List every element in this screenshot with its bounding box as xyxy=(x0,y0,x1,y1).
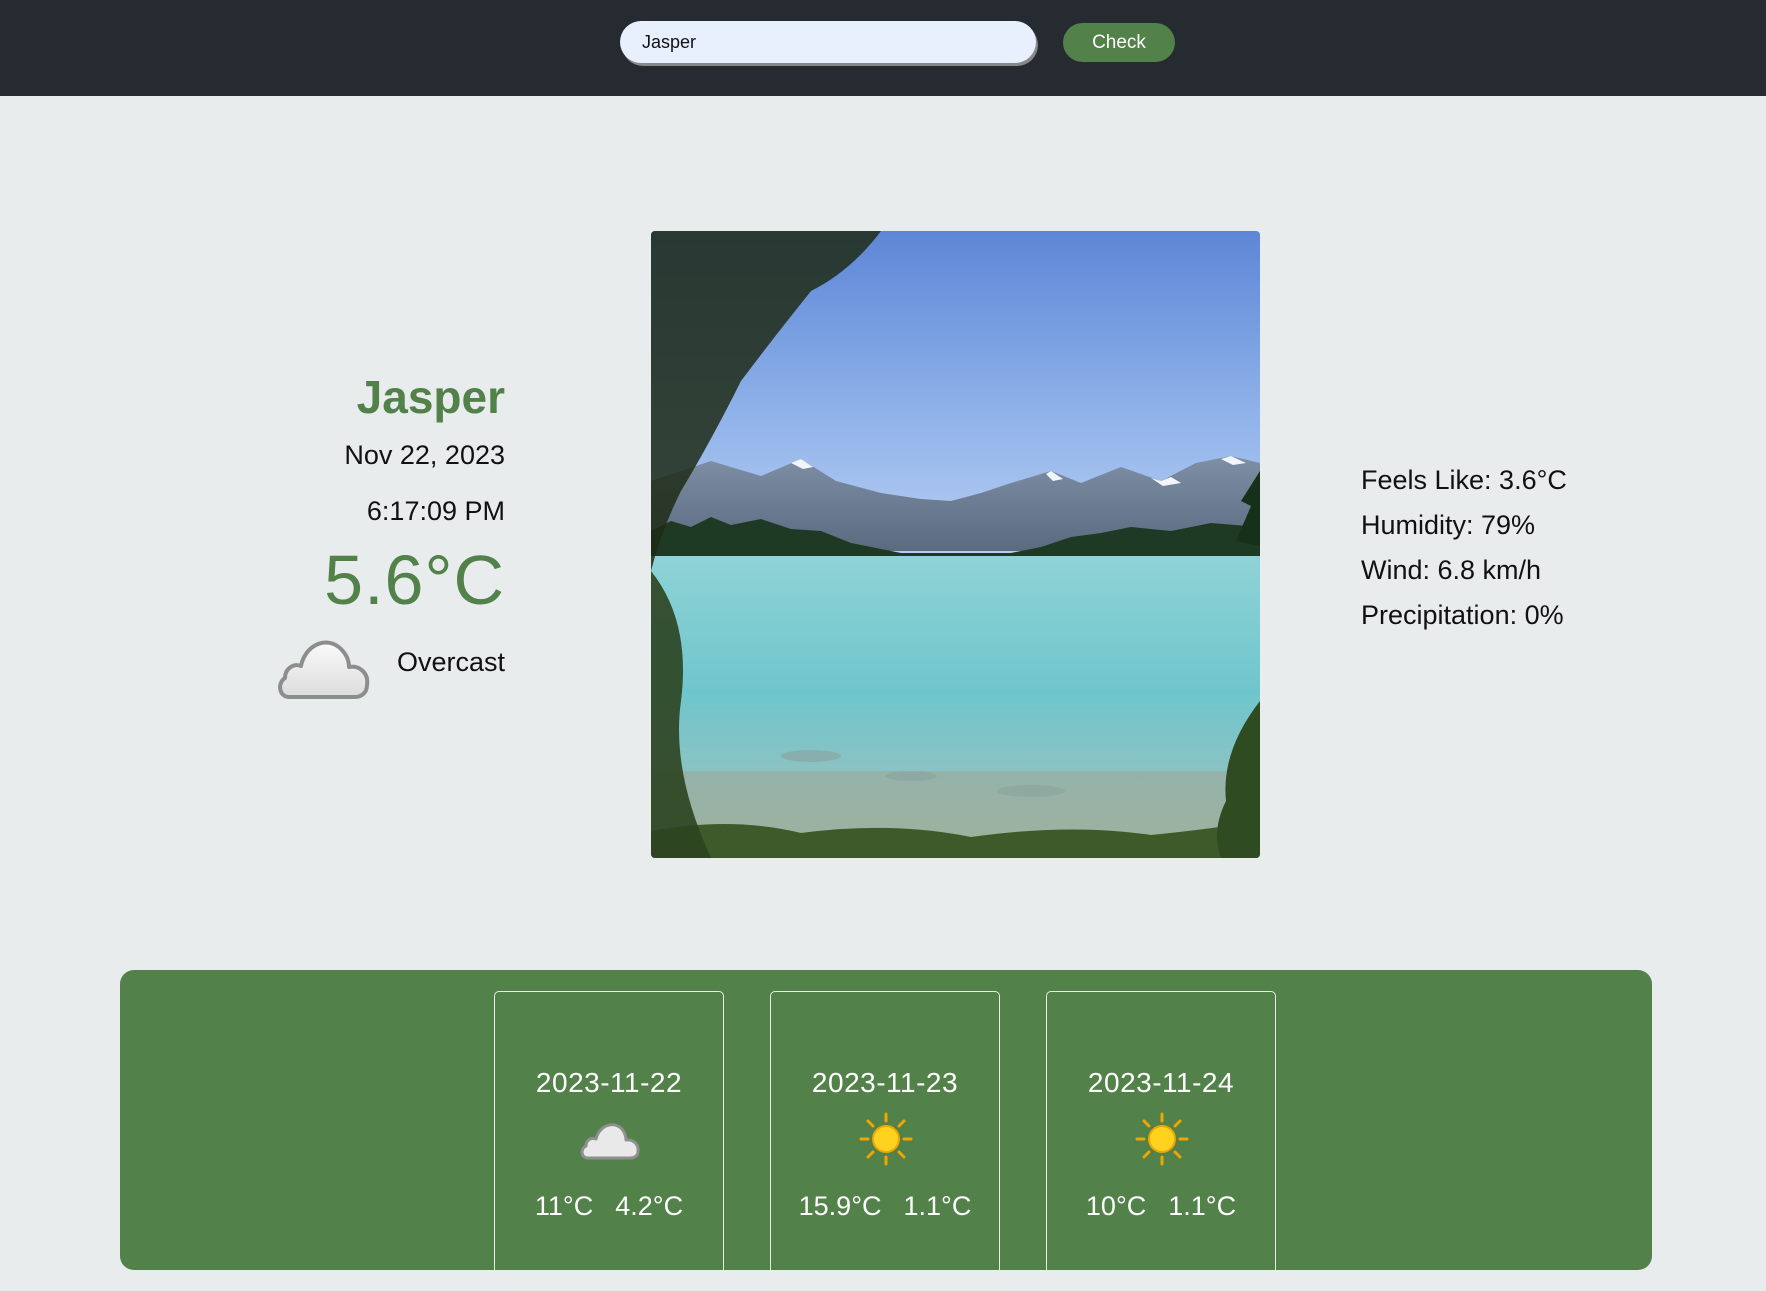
forecast-temps: 10°C 1.1°C xyxy=(1047,1191,1275,1222)
forecast-low: 1.1°C xyxy=(1168,1191,1237,1221)
forecast-date: 2023-11-23 xyxy=(811,1067,959,1098)
city-name: Jasper xyxy=(356,371,505,423)
current-date: Nov 22, 2023 xyxy=(344,440,505,470)
city-photo xyxy=(651,231,1260,858)
forecast-low: 4.2°C xyxy=(615,1191,684,1221)
forecast-high: 11°C xyxy=(534,1191,594,1221)
forecast-high: 15.9°C xyxy=(798,1191,882,1221)
cloud-icon xyxy=(278,640,370,699)
forecast-high: 10°C xyxy=(1085,1191,1147,1221)
current-time: 6:17:09 PM xyxy=(366,496,505,526)
top-bar: Check xyxy=(0,0,1766,96)
city-search-input[interactable] xyxy=(620,21,1036,63)
humidity: Humidity: 79% xyxy=(1361,510,1536,540)
forecast-panel: 2023-11-22 11°C 4.2°C 2023-11-23 15.9°C 1.… xyxy=(120,970,1652,1291)
forecast-date: 2023-11-24 xyxy=(1087,1067,1235,1098)
forecast-card: 2023-11-23 15.9°C 1.1°C xyxy=(770,991,1000,1291)
sun-icon xyxy=(1135,1112,1189,1166)
weather-details: Feels Like: 3.6°C Humidity: 79% Wind: 6.… xyxy=(1361,458,1567,638)
forecast-low: 1.1°C xyxy=(903,1191,972,1221)
precipitation: Precipitation: 0% xyxy=(1361,600,1564,630)
forecast-temps: 11°C 4.2°C xyxy=(495,1191,723,1222)
forecast-card: 2023-11-24 10°C 1.1°C xyxy=(1046,991,1276,1291)
cloud-icon xyxy=(580,1123,640,1160)
feels-like: Feels Like: 3.6°C xyxy=(1361,465,1567,495)
check-button[interactable]: Check xyxy=(1063,23,1175,62)
wind: Wind: 6.8 km/h xyxy=(1361,555,1542,585)
sun-icon xyxy=(859,1112,913,1166)
forecast-date: 2023-11-22 xyxy=(535,1067,683,1098)
weather-condition: Overcast xyxy=(396,647,505,677)
current-temperature: 5.6°C xyxy=(324,541,505,619)
landscape-image xyxy=(651,231,1260,858)
forecast-card: 2023-11-22 11°C 4.2°C xyxy=(494,991,724,1291)
forecast-temps: 15.9°C 1.1°C xyxy=(771,1191,999,1222)
